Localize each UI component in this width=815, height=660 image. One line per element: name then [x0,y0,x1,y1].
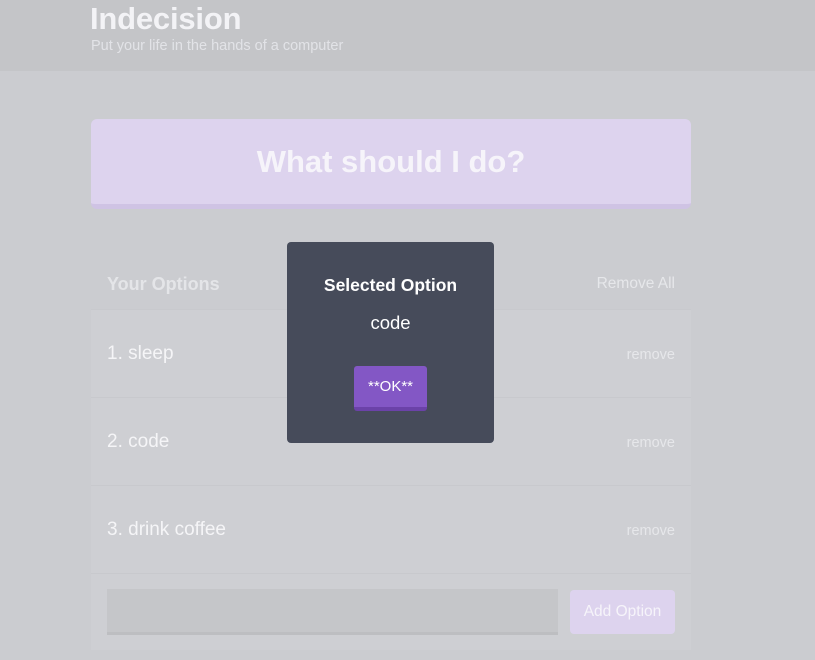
app-header: Indecision Put your life in the hands of… [0,0,815,71]
remove-option-button[interactable]: remove [627,522,675,540]
app-title: Indecision [90,1,242,36]
options-title: Your Options [107,274,220,294]
ok-button[interactable]: **OK** [354,366,427,411]
remove-option-button[interactable]: remove [627,434,675,452]
option-text: 1. sleep [107,343,174,364]
remove-all-button[interactable]: Remove All [597,275,675,293]
remove-option-button[interactable]: remove [627,346,675,364]
option-item: 3. drink coffee remove [91,486,691,574]
selected-option-value: code [370,312,411,333]
option-text: 3. drink coffee [107,519,227,540]
add-option-input[interactable] [107,589,558,635]
selected-option-modal: Selected Option code **OK** [287,242,494,443]
what-should-i-do-button[interactable]: What should I do? [91,119,691,209]
option-text: 2. code [107,431,170,452]
add-option-button[interactable]: Add Option [570,590,675,634]
app-subtitle: Put your life in the hands of a computer [91,38,344,54]
modal-title: Selected Option [323,275,458,295]
